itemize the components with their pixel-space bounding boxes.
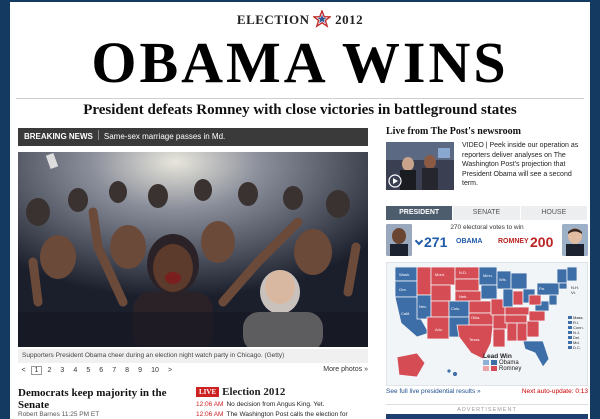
svg-text:N.D.: N.D. [459,270,467,275]
election-2012-kicker: ELECTION 2012 [10,10,590,28]
feed-item-text[interactable]: No decision from Angus King. Yet. [226,401,324,408]
right-rail: Live from The Post's newsroom VIDEO | Pe… [386,126,588,419]
senate-story-headline[interactable]: Democrats keep majority in the Senate [18,387,188,411]
pager-page-2[interactable]: 2 [44,367,55,374]
pager-prev-button[interactable]: < [18,367,29,374]
election-feed-title-text: Election 2012 [222,386,286,398]
list-item[interactable]: 12:06 AM No decision from Angus King. Yet… [196,401,368,408]
electoral-votes-note: 270 electoral votes to win [450,224,524,231]
list-item[interactable]: 12:06 AM The Washington Post calls the el… [196,411,368,418]
romney-label: ROMNEY [498,238,529,245]
svg-text:Fla.: Fla. [527,349,534,354]
breaking-news-bar[interactable]: BREAKING NEWS Same-sex marriage passes in… [18,128,368,146]
results-footer: See full live presidential results » Nex… [386,388,588,395]
pager-next-button[interactable]: > [164,367,175,374]
pager-page-3[interactable]: 3 [57,367,68,374]
svg-text:Colo.: Colo. [451,306,460,311]
kicker-election-label: ELECTION [236,12,310,27]
svg-text:Wis.: Wis. [499,277,507,282]
legend-title: Lead Win [483,353,512,360]
pager-page-7[interactable]: 7 [109,367,120,374]
newsroom-video-thumbnail[interactable] [386,142,454,190]
svg-text:Neb.: Neb. [459,294,467,299]
pager-page-5[interactable]: 5 [83,367,94,374]
map-legend: Lead Win Obama Romney [483,353,521,372]
page-headline[interactable]: OBAMA WINS [10,28,590,98]
romney-avatar [562,224,588,256]
page-deck[interactable]: President defeats Romney with close vict… [10,102,590,119]
story-byline: Robert Barnes 11:25 PM ET [18,411,100,418]
photo-pager: < 1 2 3 4 5 6 7 8 9 10 > More photos » [18,366,368,378]
auto-update-timer: Next auto-update: 0:13 [521,388,588,395]
live-badge: LIVE [196,387,220,397]
tab-house[interactable]: HOUSE [520,206,588,220]
electoral-scoreboard: 270 electoral votes to win 271 OBAMA ROM… [386,224,588,258]
legend-romney: Romney [499,366,522,372]
obama-label: OBAMA [456,238,483,245]
advertisement-label: ADVERTISEMENT [386,404,588,413]
star-icon [313,10,332,28]
full-results-link[interactable]: See full live presidential results » [386,388,481,395]
svg-text:Ore.: Ore. [399,287,407,292]
kicker-year-label: 2012 [335,12,364,27]
svg-text:Okla.: Okla. [471,315,480,320]
more-photos-link[interactable]: More photos » [323,366,368,373]
romney-electoral-votes: 200 [530,234,554,250]
svg-text:Mont.: Mont. [435,272,445,277]
feed-item-time: 12:06 AM [196,411,224,418]
svg-text:Nev.: Nev. [419,304,427,309]
svg-text:Minn.: Minn. [483,273,493,278]
check-icon [414,236,424,246]
obama-electoral-votes: 271 [424,234,448,250]
svg-text:Pa.: Pa. [539,286,545,291]
election-live-feed: LIVE Election 2012 12:06 AM No decision fr… [196,386,368,418]
pager-page-1[interactable]: 1 [30,366,42,375]
crowd-photo-image [18,152,368,347]
svg-text:Ariz.: Ariz. [435,327,443,332]
us-electoral-map[interactable]: Wash. Ore. Calif. Nev. Mont. Ariz. N.D. Neb. O… [386,262,588,386]
election-feed-title[interactable]: LIVE Election 2012 [196,386,368,398]
obama-avatar [386,224,412,256]
breaking-news-link[interactable]: Same-sex marriage passes in Md. [104,132,225,141]
svg-text:Wash.: Wash. [399,272,410,277]
divider [16,98,584,99]
svg-text:Vt.: Vt. [571,290,576,295]
feed-item-time: 12:06 AM [196,401,224,408]
newsroom-description[interactable]: VIDEO | Peek inside our operation as rep… [462,141,586,189]
results-tabs: PRESIDENT SENATE HOUSE [386,206,588,220]
pager-page-8[interactable]: 8 [122,367,133,374]
feed-item-text[interactable]: The Washington Post calls the election f… [226,411,347,418]
tab-president[interactable]: PRESIDENT [386,206,454,220]
svg-text:Calif.: Calif. [401,311,410,316]
election-homepage: ELECTION 2012 OBAMA WINS President defea… [10,2,590,419]
pager-page-10[interactable]: 10 [148,367,163,374]
pager-page-4[interactable]: 4 [70,367,81,374]
pager-page-9[interactable]: 9 [135,367,146,374]
svg-text:D.C.: D.C. [573,345,581,350]
breaking-news-label: BREAKING NEWS [24,132,93,141]
newsroom-title[interactable]: Live from The Post's newsroom [386,126,588,137]
newsroom-video-image [386,142,454,190]
svg-text:Texas: Texas [469,337,479,342]
photo-caption: Supporters President Obama cheer during … [18,349,368,363]
tab-senate[interactable]: SENATE [453,206,521,220]
advertisement-banner[interactable] [386,414,588,419]
divider [97,130,99,140]
pager-page-6[interactable]: 6 [96,367,107,374]
lead-photo[interactable] [18,152,368,347]
